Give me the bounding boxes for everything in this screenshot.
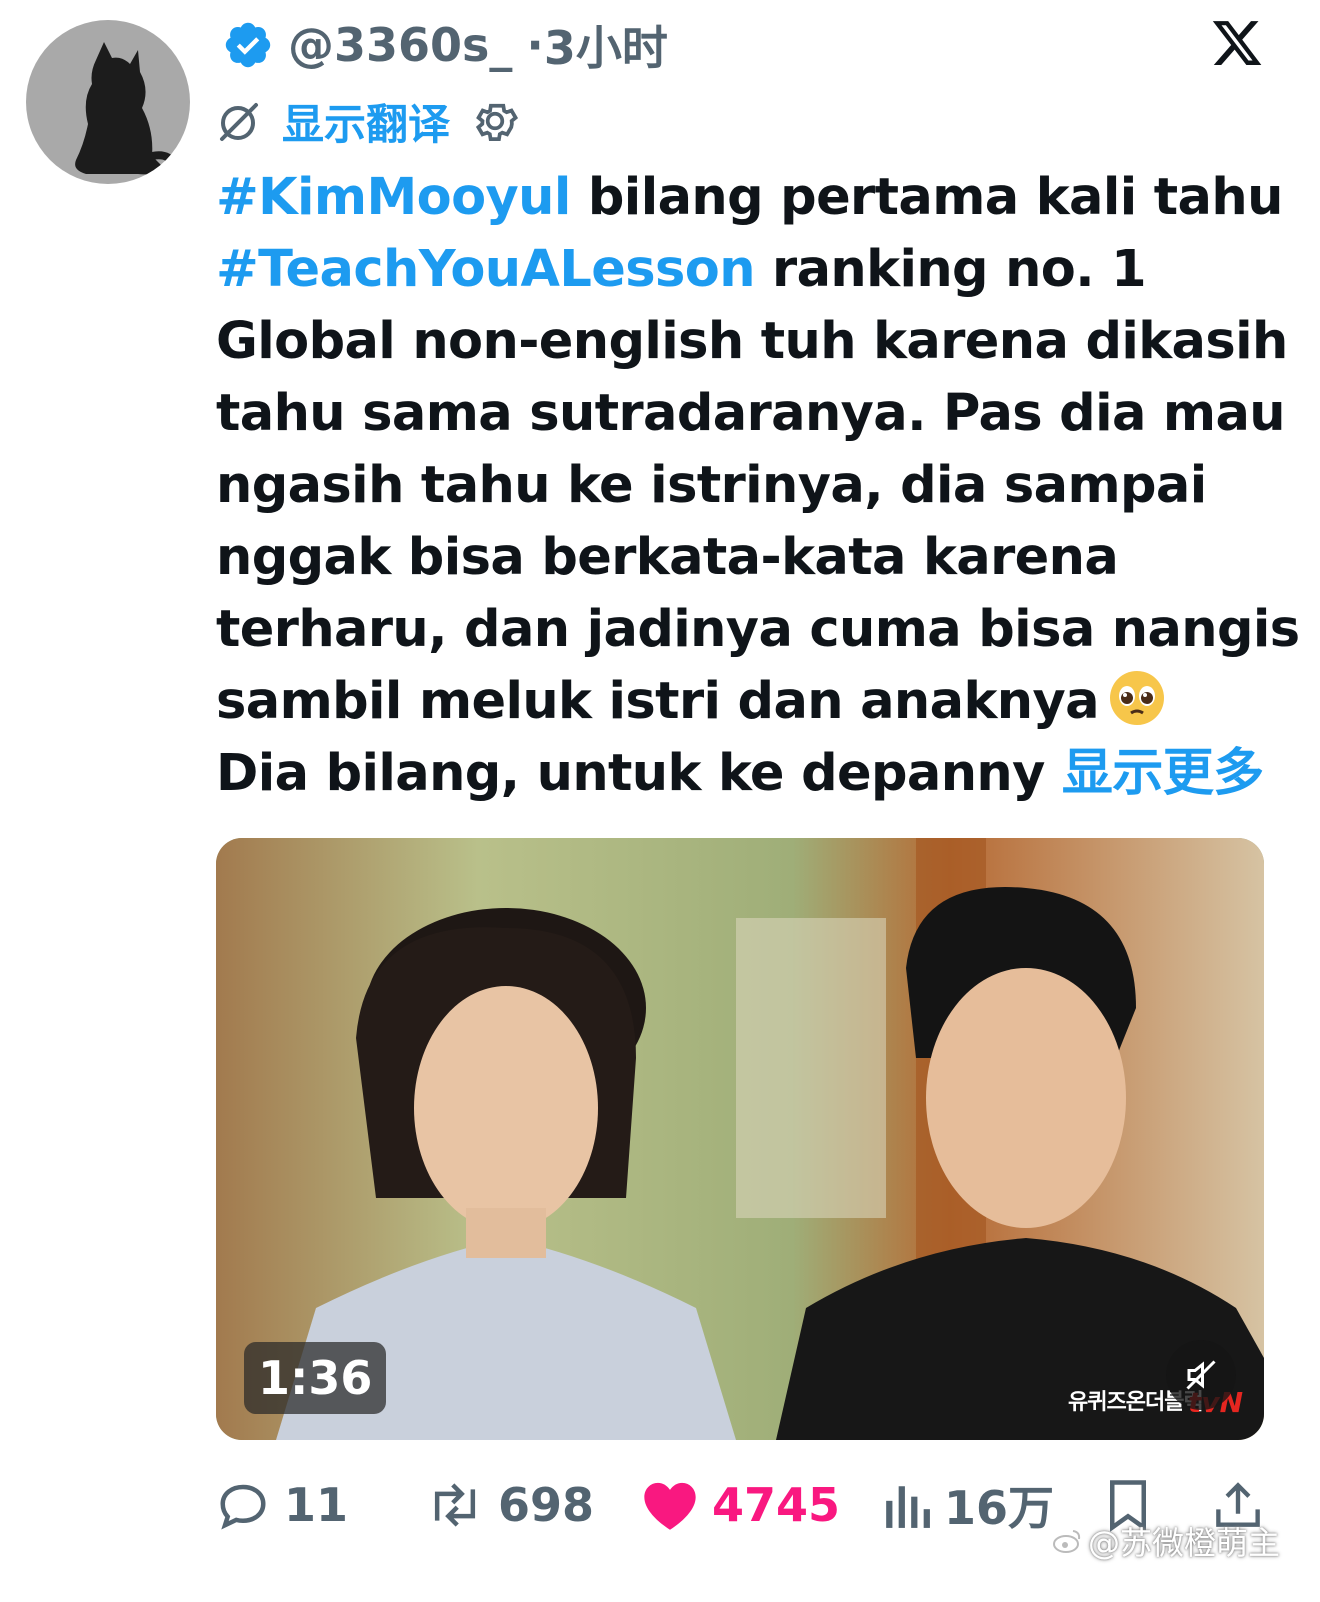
watermark: @苏微橙萌主 [1052,1518,1280,1564]
retweet-count: 698 [498,1478,595,1532]
tweet-line-text: Dia bilang, untuk ke depanny [216,744,1062,803]
show-translation-link[interactable]: 显示翻译 [282,91,450,152]
retweet-button[interactable]: 698 [426,1474,594,1536]
reply-icon [220,1484,266,1530]
like-count: 4745 [712,1478,841,1532]
hashtag-link[interactable]: #TeachYouALesson [216,240,756,299]
tweet-line-text: bilang pertama kali tahu [570,168,1283,227]
like-button[interactable]: 4745 [642,1474,840,1536]
mute-icon [1186,1360,1216,1390]
retweet-icon [434,1483,476,1527]
pleading-face-emoji-icon [1109,671,1164,725]
views-button[interactable]: 16万 [884,1474,1054,1536]
tweet-header: @3360s_ · 3小时 [222,14,668,76]
video-player[interactable]: 1:36 유퀴즈온더블럭 tvN [216,838,1264,1440]
tweet-line: Dia bilang, untuk ke depanny 显示更多 [216,738,1276,810]
avatar[interactable] [26,20,190,184]
tweet-line: sambil meluk istri dan anaknya [216,666,1276,738]
heart-icon [644,1482,696,1530]
watermark-text: @苏微橙萌主 [1088,1524,1281,1562]
tweet-line: Global non-english tuh karena dikasih [216,312,1288,371]
tweet-line: terharu, dan jadinya cuma bisa nangis [216,600,1300,659]
time-separator: · [526,18,544,72]
translate-icon [220,103,258,141]
translate-row: 显示翻译 [214,92,520,150]
cat-silhouette-icon [75,42,180,175]
views-count: 16万 [944,1481,1055,1535]
reply-button[interactable]: 11 [216,1474,348,1536]
views-icon [886,1486,930,1528]
tweet-line: ngasih tahu ke istrinya, dia sampai [216,456,1207,515]
video-duration: 1:36 [244,1342,387,1414]
mute-button[interactable] [1166,1340,1236,1410]
reply-count: 11 [284,1478,349,1532]
tweet-line: nggak bisa berkata-kata karena [216,528,1119,587]
user-handle[interactable]: @3360s_ [288,18,512,72]
tweet-line: #TeachYouALesson ranking no. 1 [216,234,1276,306]
hashtag-link[interactable]: #KimMooyul [216,168,571,227]
tweet-line: tahu sama sutradaranya. Pas dia mau [216,384,1286,443]
x-logo-icon[interactable] [1210,16,1264,70]
tweet-line: #KimMooyul bilang pertama kali tahu [216,162,1283,234]
show-more-link[interactable]: 显示更多 [1062,744,1264,803]
tweet-text: #KimMooyul bilang pertama kali tahu #Tea… [216,162,1300,810]
tweet-line-text: ranking no. 1 [754,240,1147,299]
gear-icon[interactable] [470,96,520,146]
tweet-line-text: sambil meluk istri dan anaknya [216,672,1100,731]
weibo-icon [1053,1530,1081,1553]
tweet-time[interactable]: 3小时 [544,12,668,78]
verified-badge-icon [225,22,271,68]
